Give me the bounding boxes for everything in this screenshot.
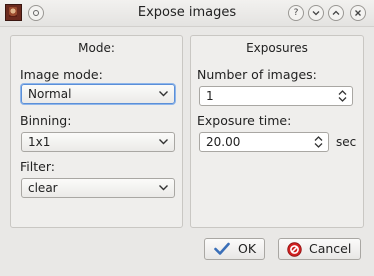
up-down-arrows-icon[interactable] [314, 136, 323, 148]
chevron-down-icon [159, 139, 168, 145]
ok-label: OK [238, 241, 257, 256]
checkmark-icon [214, 242, 230, 255]
title-bar: Expose images ? [0, 0, 374, 27]
help-button[interactable]: ? [288, 5, 304, 21]
chevron-down-icon [159, 91, 168, 97]
exposures-panel-title: Exposures [246, 41, 308, 55]
filter-select[interactable]: clear [21, 178, 175, 198]
up-down-arrows-icon[interactable] [338, 90, 347, 102]
exposure-time-value: 20.00 [206, 135, 241, 149]
num-images-label: Number of images: [197, 67, 317, 82]
exposure-time-label: Exposure time: [197, 113, 292, 128]
chevron-down-icon [312, 11, 320, 16]
cancel-circle-icon [287, 242, 302, 257]
close-button[interactable] [350, 5, 366, 21]
maximize-button[interactable] [328, 5, 344, 21]
chevron-up-icon [332, 10, 340, 15]
binning-label: Binning: [20, 113, 72, 128]
image-mode-label: Image mode: [20, 67, 103, 82]
ok-button[interactable]: OK [204, 238, 265, 260]
binning-value: 1x1 [28, 135, 51, 149]
exposure-time-spinbox[interactable]: 20.00 [199, 132, 329, 152]
binning-select[interactable]: 1x1 [21, 132, 175, 152]
chevron-down-icon [159, 185, 168, 191]
image-mode-value: Normal [28, 87, 72, 101]
mode-panel-title: Mode: [78, 41, 115, 55]
mode-panel: Mode: Image mode: Normal Binning: 1x1 Fi… [10, 35, 183, 228]
help-icon: ? [293, 8, 299, 18]
cancel-label: Cancel [309, 241, 352, 256]
filter-label: Filter: [20, 159, 55, 174]
filter-value: clear [28, 181, 58, 195]
num-images-value: 1 [206, 89, 214, 103]
exposure-time-unit: sec [336, 135, 357, 149]
image-mode-select[interactable]: Normal [21, 84, 175, 104]
close-icon [355, 10, 361, 16]
minimize-button[interactable] [308, 5, 324, 21]
cancel-button[interactable]: Cancel [278, 238, 361, 260]
num-images-spinbox[interactable]: 1 [199, 86, 353, 106]
exposures-panel: Exposures Number of images: 1 Exposure t… [190, 35, 364, 228]
